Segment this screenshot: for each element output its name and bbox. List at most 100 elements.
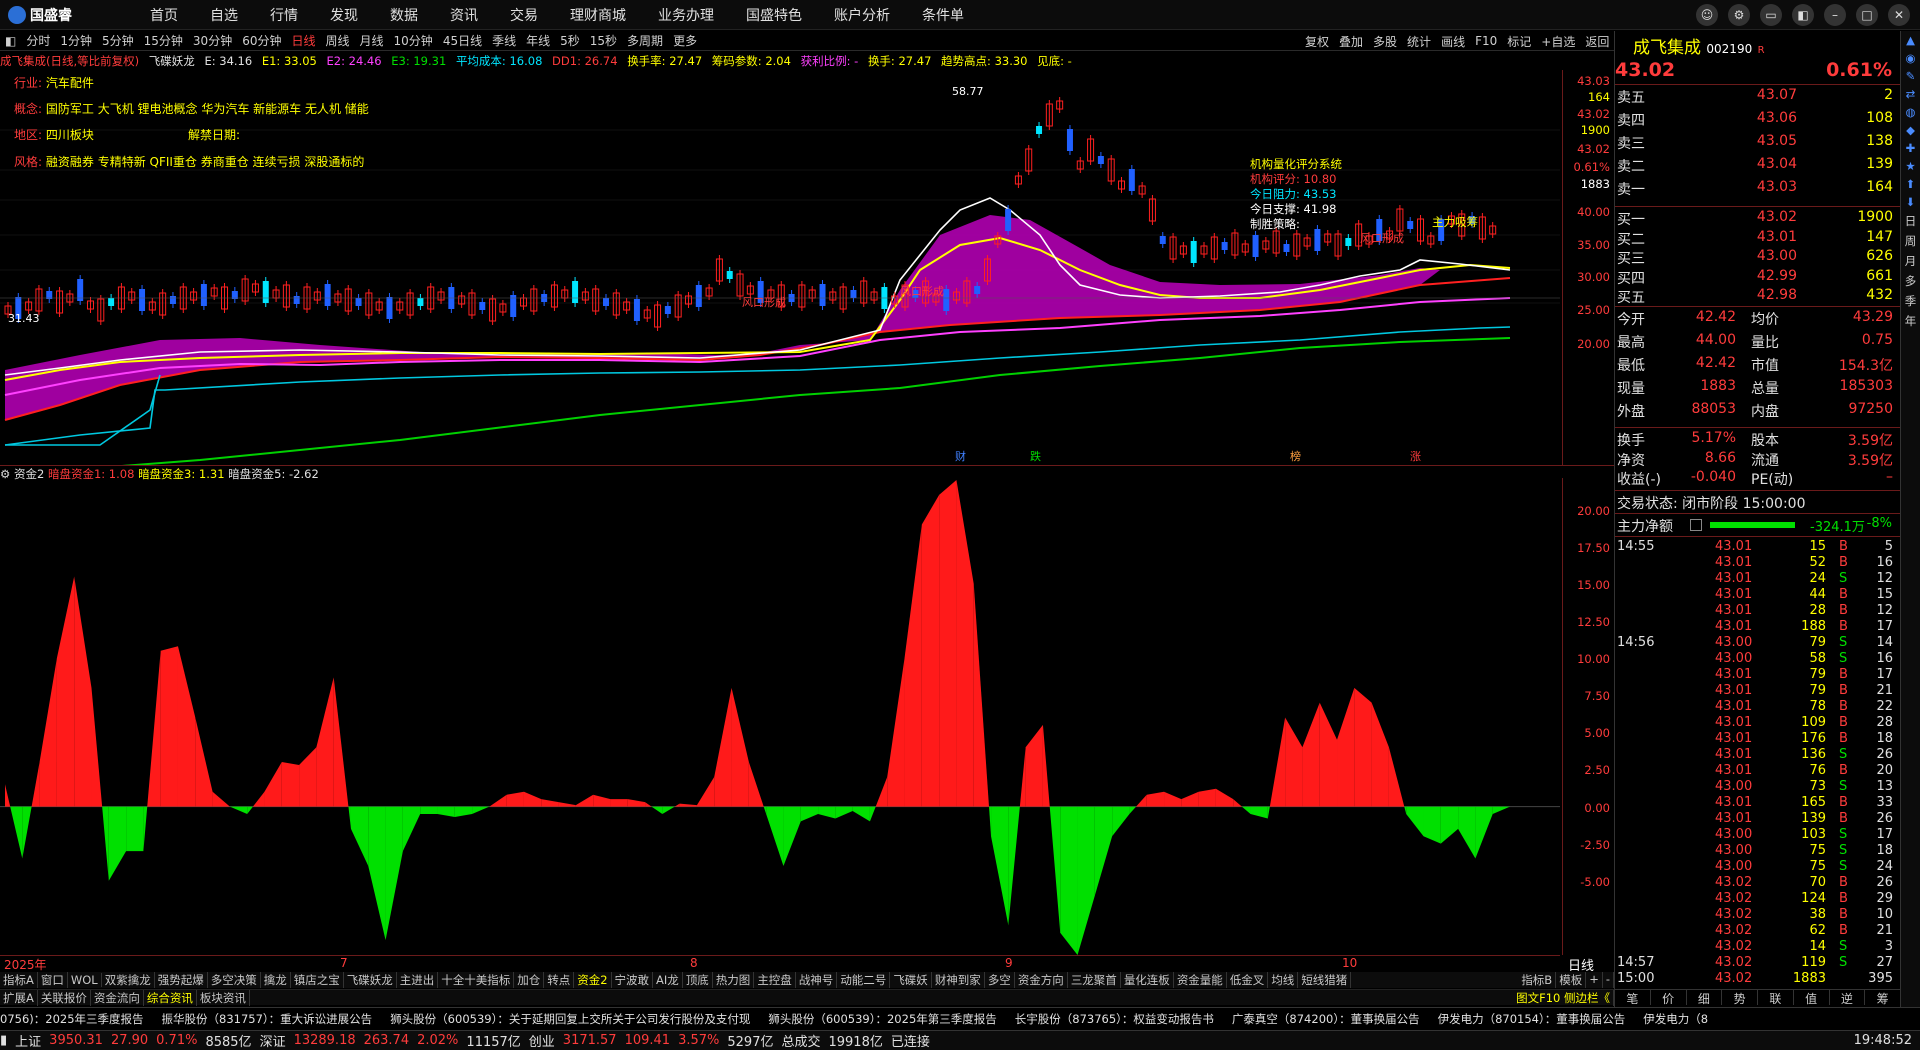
indicator-tab-12[interactable]: 转点 xyxy=(544,972,575,988)
indicator-tab-16[interactable]: 顶底 xyxy=(683,972,713,988)
nav-item-11[interactable]: 条件单 xyxy=(922,5,964,25)
nav-item-1[interactable]: 自选 xyxy=(210,5,238,25)
info-tab-0[interactable]: 扩展A xyxy=(0,989,38,1006)
tool-8[interactable]: 返回 xyxy=(1585,33,1609,50)
nav-item-4[interactable]: 数据 xyxy=(390,5,418,25)
indicator-tab-right-1[interactable]: 模板 xyxy=(1556,972,1587,988)
sz-label[interactable]: 深证 xyxy=(260,1031,286,1050)
nav-item-10[interactable]: 账户分析 xyxy=(834,5,890,25)
nav-item-0[interactable]: 首页 xyxy=(150,5,178,25)
sidebar-toggle-icon[interactable]: ◧ xyxy=(5,34,16,48)
period-3[interactable]: 15分钟 xyxy=(144,32,183,49)
side-tool-icon-1[interactable]: ◉ xyxy=(1905,51,1915,65)
indicator-tab-19[interactable]: 战神号 xyxy=(796,972,838,988)
formula-name[interactable]: 飞碟妖龙 xyxy=(149,54,195,68)
tool-5[interactable]: F10 xyxy=(1475,34,1497,48)
indicator-tab-13[interactable]: 资金2 xyxy=(574,972,612,988)
tool-7[interactable]: +自选 xyxy=(1541,33,1575,50)
nav-item-3[interactable]: 发现 xyxy=(330,5,358,25)
indicator-tab-30[interactable]: 短线猎猪 xyxy=(1298,972,1352,988)
news-item-3[interactable]: 狮头股份（600539）：2025年第三季度报告 xyxy=(768,1011,996,1027)
period-15[interactable]: 多周期 xyxy=(627,32,663,49)
indicator-tab-15[interactable]: AI龙 xyxy=(653,972,683,988)
message-icon[interactable]: ☺ xyxy=(1696,4,1718,26)
info-tab-3[interactable]: 综合资讯 xyxy=(144,989,197,1006)
indicator-tab-23[interactable]: 多空 xyxy=(985,972,1015,988)
indicator-tab-right-3[interactable]: - xyxy=(1603,972,1614,988)
indicator-tab-28[interactable]: 低金叉 xyxy=(1227,972,1269,988)
stock-name[interactable]: 成飞集成 xyxy=(1633,38,1701,58)
indicator-tab-9[interactable]: 主进出 xyxy=(397,972,439,988)
info-tab-4[interactable]: 板块资讯 xyxy=(197,989,250,1006)
indicator-tab-right-2[interactable]: + xyxy=(1586,972,1603,988)
tool-1[interactable]: 叠加 xyxy=(1339,33,1363,50)
quote-tab-6[interactable]: 逆 xyxy=(1830,990,1866,1006)
event-marker-1[interactable]: 财 xyxy=(955,449,966,463)
event-marker-2[interactable]: 跌 xyxy=(1030,449,1041,463)
tool-0[interactable]: 复权 xyxy=(1305,33,1329,50)
nav-item-6[interactable]: 交易 xyxy=(510,5,538,25)
side-tool-icon-2[interactable]: ✎ xyxy=(1906,69,1916,83)
sidebar-toggle[interactable]: 图文F10 侧边栏《 xyxy=(1513,989,1614,1006)
indicator-tab-4[interactable]: 强势起爆 xyxy=(155,972,208,988)
nav-item-9[interactable]: 国盛特色 xyxy=(746,5,802,25)
period-7[interactable]: 周线 xyxy=(326,32,350,49)
tool-2[interactable]: 多股 xyxy=(1373,33,1397,50)
quote-tab-4[interactable]: 联 xyxy=(1758,990,1794,1006)
minimize-icon[interactable]: – xyxy=(1824,4,1846,26)
indicator-tab-6[interactable]: 擒龙 xyxy=(261,972,291,988)
main-flow-toggle[interactable] xyxy=(1690,519,1702,531)
indicator-tab-21[interactable]: 飞碟妖 xyxy=(890,972,932,988)
sh-label[interactable]: 上证 xyxy=(15,1031,41,1050)
indicator-tab-17[interactable]: 热力图 xyxy=(713,972,755,988)
quote-tab-7[interactable]: 筹 xyxy=(1865,990,1901,1006)
period-14[interactable]: 15秒 xyxy=(590,32,617,49)
quote-tab-2[interactable]: 细 xyxy=(1687,990,1723,1006)
indicator-tab-22[interactable]: 财神到家 xyxy=(932,972,985,988)
indicator-tab-10[interactable]: 十全十美指标 xyxy=(438,972,515,988)
sub-gear-icon[interactable]: ⚙ xyxy=(0,467,10,481)
cy-label[interactable]: 创业 xyxy=(529,1031,555,1050)
side-period-1[interactable]: 周 xyxy=(1905,233,1917,249)
indicator-tab-5[interactable]: 多空决策 xyxy=(208,972,261,988)
period-10[interactable]: 45日线 xyxy=(443,32,482,49)
nav-item-8[interactable]: 业务办理 xyxy=(658,5,714,25)
indicator-tab-right-0[interactable]: 指标B xyxy=(1518,972,1557,988)
period-8[interactable]: 月线 xyxy=(360,32,384,49)
nav-item-5[interactable]: 资讯 xyxy=(450,5,478,25)
period-6[interactable]: 日线 xyxy=(291,32,315,49)
side-period-2[interactable]: 月 xyxy=(1905,253,1917,269)
side-period-0[interactable]: 日 xyxy=(1905,213,1917,229)
indicator-tab-11[interactable]: 加仓 xyxy=(514,972,545,988)
news-item-5[interactable]: 广泰真空（874200）：董事换届公告 xyxy=(1232,1011,1420,1027)
period-1[interactable]: 1分钟 xyxy=(60,32,92,49)
indicator-tab-25[interactable]: 三龙聚首 xyxy=(1068,972,1121,988)
side-tool-icon-4[interactable]: ◍ xyxy=(1905,105,1915,119)
side-period-4[interactable]: 季 xyxy=(1905,293,1917,309)
period-11[interactable]: 季线 xyxy=(492,32,516,49)
close-icon[interactable]: ✕ xyxy=(1888,4,1910,26)
quote-tab-1[interactable]: 价 xyxy=(1651,990,1687,1006)
news-item-4[interactable]: 长宇股份（873765）：权益变动报告书 xyxy=(1015,1011,1214,1027)
indicator-tab-20[interactable]: 动能二号 xyxy=(837,972,891,988)
indicator-tab-26[interactable]: 量化连板 xyxy=(1121,972,1174,988)
side-tool-icon-3[interactable]: ⇄ xyxy=(1906,87,1916,101)
quote-tab-3[interactable]: 势 xyxy=(1722,990,1758,1006)
side-period-5[interactable]: 年 xyxy=(1905,313,1917,329)
indicator-tab-18[interactable]: 主控盘 xyxy=(754,972,796,988)
settings-icon[interactable]: ⚙ xyxy=(1728,4,1750,26)
indicator-tab-1[interactable]: 窗口 xyxy=(38,972,68,988)
event-marker-3[interactable]: 榜 xyxy=(1290,449,1301,463)
tool-3[interactable]: 统计 xyxy=(1407,33,1431,50)
quote-tab-0[interactable]: 笔 xyxy=(1615,990,1651,1006)
indicator-tab-24[interactable]: 资金方向 xyxy=(1015,972,1068,988)
news-item-7[interactable]: 伊发电力（8 xyxy=(1643,1011,1708,1027)
news-item-6[interactable]: 伊发电力（870154）：董事换届公告 xyxy=(1438,1011,1626,1027)
skin-icon[interactable]: ◧ xyxy=(1792,4,1814,26)
indicator-tab-8[interactable]: 飞碟妖龙 xyxy=(344,972,397,988)
info-tab-2[interactable]: 资金流向 xyxy=(91,989,144,1006)
restore-icon[interactable]: ▭ xyxy=(1760,4,1782,26)
tool-6[interactable]: 标记 xyxy=(1507,33,1531,50)
period-0[interactable]: 分时 xyxy=(26,32,50,49)
indicator-tab-14[interactable]: 宁波敢 xyxy=(612,972,654,988)
